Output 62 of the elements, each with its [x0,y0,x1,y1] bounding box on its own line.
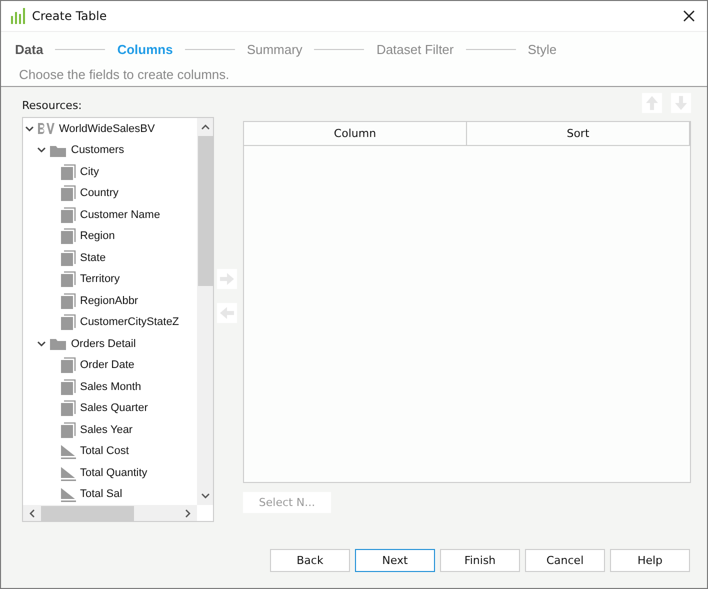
measure-icon [61,464,76,481]
tree-item[interactable]: Total Quantity [80,466,148,479]
tree-item[interactable]: Country [80,187,119,200]
dialog-button[interactable]: Finish [440,549,520,572]
column-header[interactable]: Column [244,122,467,145]
tree-item[interactable]: WorldWideSalesBV [59,122,155,135]
field-icon [61,206,76,223]
step-description: Choose the fields to create columns. [18,67,230,82]
field-icon [61,378,76,395]
dialog-button[interactable]: Back [270,549,350,572]
wizard-step: Columns [117,42,173,57]
field-icon [61,185,76,202]
tree-item[interactable]: CustomerCityStateZ [80,316,180,328]
field-icon [61,357,76,374]
close-icon[interactable] [683,10,695,22]
tree-item[interactable]: Sales Quarter [80,402,148,414]
tree-item[interactable]: Order Date [80,359,134,372]
wizard-step: Summary [246,42,302,57]
tree-item[interactable]: Total Sal [80,488,122,500]
tree-item[interactable]: Sales Year [80,424,133,436]
wizard-step: Data [15,42,44,57]
dialog-button[interactable]: Next [355,549,435,572]
scroll-left-icon[interactable] [29,508,35,518]
tree-item[interactable]: State [80,252,106,264]
chevron-icon[interactable] [37,340,46,347]
measure-icon [61,443,76,460]
folder-icon [49,337,67,350]
field-icon [61,422,76,438]
dialog-button[interactable]: Cancel [525,549,605,572]
tree-item[interactable]: Total Cost [80,445,129,458]
tree-item[interactable]: RegionAbbr [80,294,138,307]
app-icon [11,8,25,24]
field-icon [61,250,76,266]
window-title: Create Table [32,9,108,23]
wizard-step: Style [528,42,557,57]
resources-label: Resources: [22,99,83,114]
field-icon [61,271,76,288]
column-header[interactable]: Sort [467,122,690,145]
vertical-scrollbar[interactable] [197,118,213,505]
field-icon [61,292,76,309]
tree-item[interactable]: Orders Detail [71,338,136,350]
measure-icon [61,486,76,502]
chevron-icon[interactable] [37,147,46,154]
field-icon [61,314,76,330]
scroll-right-icon[interactable] [185,508,191,518]
dialog-button[interactable]: Help [610,549,690,572]
scroll-down-icon[interactable] [200,493,210,499]
field-icon [61,164,76,180]
field-icon [61,400,76,416]
field-icon [61,228,76,244]
tree-item[interactable]: Territory [80,273,120,286]
catalog-icon [37,122,55,136]
tree-item[interactable]: City [80,166,99,178]
tree-item[interactable]: Customers [71,144,124,156]
chevron-icon[interactable] [25,126,34,132]
horizontal-scrollbar[interactable] [23,505,197,521]
folder-icon [49,144,67,157]
tree-item[interactable]: Sales Month [80,380,142,393]
scroll-up-icon[interactable] [200,124,210,130]
tree-item[interactable]: Region [80,230,115,242]
tree-item[interactable]: Customer Name [80,208,160,221]
wizard-step: Dataset Filter [376,42,454,57]
